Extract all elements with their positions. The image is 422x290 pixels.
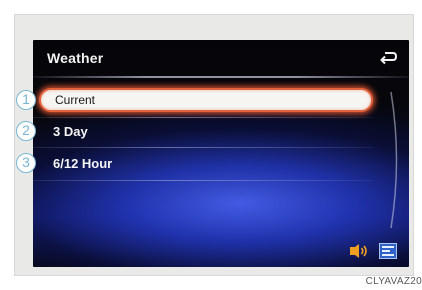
screen-title: Weather bbox=[47, 50, 104, 66]
menu-divider bbox=[33, 117, 373, 118]
audio-signal-icon bbox=[350, 244, 367, 258]
menu-item-current[interactable]: Current bbox=[39, 88, 373, 112]
menu-divider bbox=[33, 180, 373, 181]
scroll-indicator[interactable] bbox=[389, 90, 403, 230]
title-divider bbox=[33, 76, 409, 78]
menu-item-6-12-hour[interactable]: 6/12 Hour bbox=[39, 151, 373, 175]
menu-item-label: Current bbox=[55, 93, 96, 107]
callout-badge-3: 3 bbox=[16, 153, 36, 173]
menu-item-label: 3 Day bbox=[53, 123, 88, 139]
menu-item-label: 6/12 Hour bbox=[53, 155, 113, 171]
back-button[interactable] bbox=[377, 48, 399, 68]
back-arrow-icon bbox=[380, 52, 397, 65]
status-icons bbox=[349, 243, 397, 259]
image-code-label: CLYAVAZ20 bbox=[365, 276, 422, 287]
callout-badge-1: 1 bbox=[16, 90, 36, 110]
display-screen: Weather Current 3 Day 6/12 Hour bbox=[33, 40, 409, 267]
traffic-info-icon bbox=[379, 243, 397, 259]
callout-badge-2: 2 bbox=[16, 121, 36, 141]
menu-item-3-day[interactable]: 3 Day bbox=[39, 119, 373, 143]
menu-divider bbox=[33, 147, 373, 148]
